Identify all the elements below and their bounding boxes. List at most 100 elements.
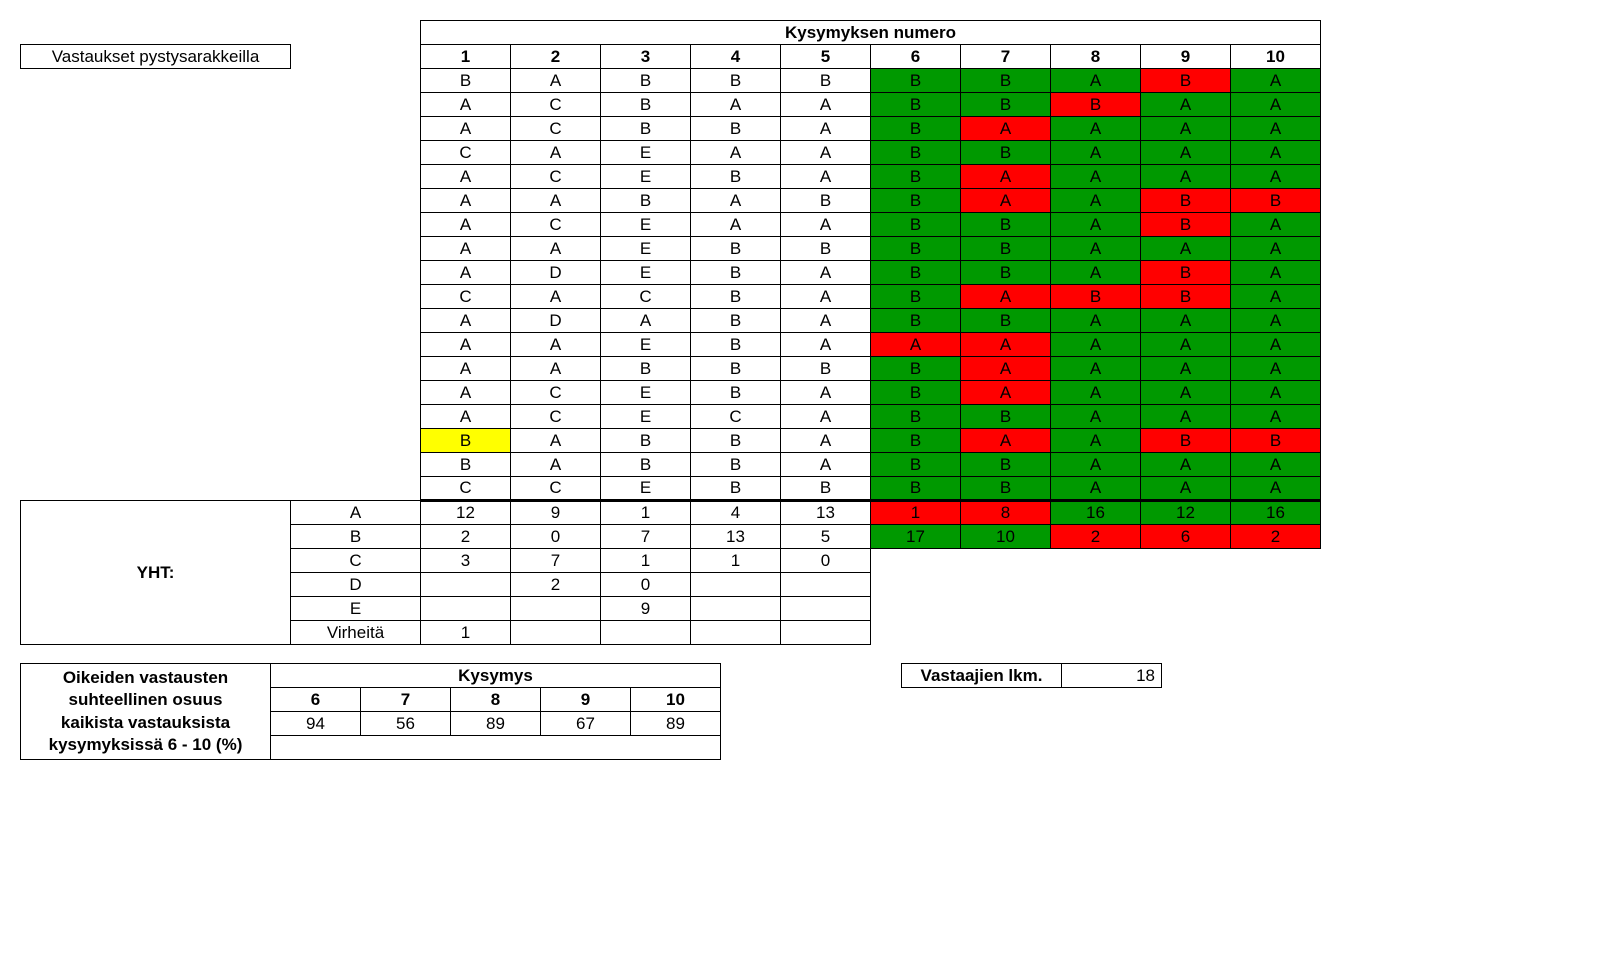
totals-cell: 12 [421,501,511,525]
answer-cell: A [691,189,781,213]
answer-cell: A [1051,309,1141,333]
answer-cell: A [961,117,1051,141]
answer-cell: C [511,165,601,189]
answer-cell: D [511,261,601,285]
answer-cell: A [1141,381,1231,405]
answer-cell: A [601,309,691,333]
answer-cell: E [601,477,691,501]
totals-cell: 7 [601,525,691,549]
answer-cell: B [871,285,961,309]
answer-cell: A [1231,357,1321,381]
answer-cell: B [421,429,511,453]
answer-cell: B [961,69,1051,93]
answer-cell: B [871,141,961,165]
answer-cell: B [961,141,1051,165]
answer-cell: B [871,405,961,429]
answer-cell: A [511,333,601,357]
answer-cell: C [601,285,691,309]
answer-cell: A [421,189,511,213]
answer-cell: B [601,453,691,477]
answer-cell: A [1231,381,1321,405]
totals-key: D [291,573,421,597]
answer-cell: A [421,381,511,405]
answer-cell: E [601,405,691,429]
answer-cell: A [1051,141,1141,165]
answer-cell: A [961,189,1051,213]
answer-cell: A [1051,357,1141,381]
answer-cell: A [421,213,511,237]
respondent-count-value: 18 [1062,664,1162,688]
answer-cell: A [781,285,871,309]
respondent-count-label: Vastaajien lkm. [902,664,1062,688]
answer-cell: B [691,477,781,501]
answer-cell: A [1231,117,1321,141]
answer-cell: B [871,309,961,333]
answer-cell: B [961,213,1051,237]
totals-cell [691,573,781,597]
answer-cell: D [511,309,601,333]
answer-cell: A [511,189,601,213]
answer-cell: A [1141,237,1231,261]
answer-cell: A [1231,69,1321,93]
answer-cell: A [961,357,1051,381]
col-header: 4 [691,45,781,69]
answer-cell: A [1231,261,1321,285]
answer-cell: A [511,69,601,93]
answer-cell: A [781,165,871,189]
answer-cell: B [961,405,1051,429]
answer-cell: A [781,453,871,477]
col-header: 7 [961,45,1051,69]
answer-cell: A [421,309,511,333]
answer-cell: A [1051,237,1141,261]
totals-cell: 17 [871,525,961,549]
answer-cell: B [871,237,961,261]
answer-cell: A [691,141,781,165]
answer-cell: A [421,165,511,189]
answer-cell: A [781,117,871,141]
totals-cell [691,597,781,621]
answer-cell: A [421,117,511,141]
answer-cell: B [1231,429,1321,453]
totals-cell: 0 [781,549,871,573]
answer-cell: C [511,93,601,117]
answer-cell: B [1141,69,1231,93]
answer-cell: B [691,333,781,357]
answer-cell: A [781,405,871,429]
percent-empty-row [271,736,721,760]
answer-cell: C [421,477,511,501]
answer-cell: A [1141,357,1231,381]
answer-cell: A [1231,333,1321,357]
totals-cell: 10 [961,525,1051,549]
totals-cell [421,573,511,597]
percent-value: 94 [271,712,361,736]
answer-cell: B [691,429,781,453]
answer-cell: E [601,237,691,261]
percent-header: Kysymys [271,664,721,688]
totals-key: C [291,549,421,573]
answer-cell: A [1141,405,1231,429]
answer-cell: B [871,261,961,285]
answer-cell: A [511,285,601,309]
totals-cell: 1 [601,549,691,573]
percent-value: 89 [451,712,541,736]
answer-cell: A [1141,309,1231,333]
answer-cell: A [1231,477,1321,501]
answer-cell: A [511,453,601,477]
answer-cell: A [1141,333,1231,357]
answer-cell: B [871,117,961,141]
answer-cell: B [601,357,691,381]
percent-label: Oikeiden vastausten suhteellinen osuus k… [21,664,271,760]
totals-cell: 9 [601,597,691,621]
answer-cell: A [1051,477,1141,501]
answer-cell: B [691,69,781,93]
col-header: 3 [601,45,691,69]
totals-cell: 16 [1051,501,1141,525]
answer-cell: A [1141,477,1231,501]
answer-cell: B [871,69,961,93]
answer-cell: B [961,93,1051,117]
answer-cell: A [1051,333,1141,357]
answer-cell: A [1231,213,1321,237]
totals-cell: 12 [1141,501,1231,525]
answer-cell: A [1141,93,1231,117]
answer-cell: B [871,93,961,117]
